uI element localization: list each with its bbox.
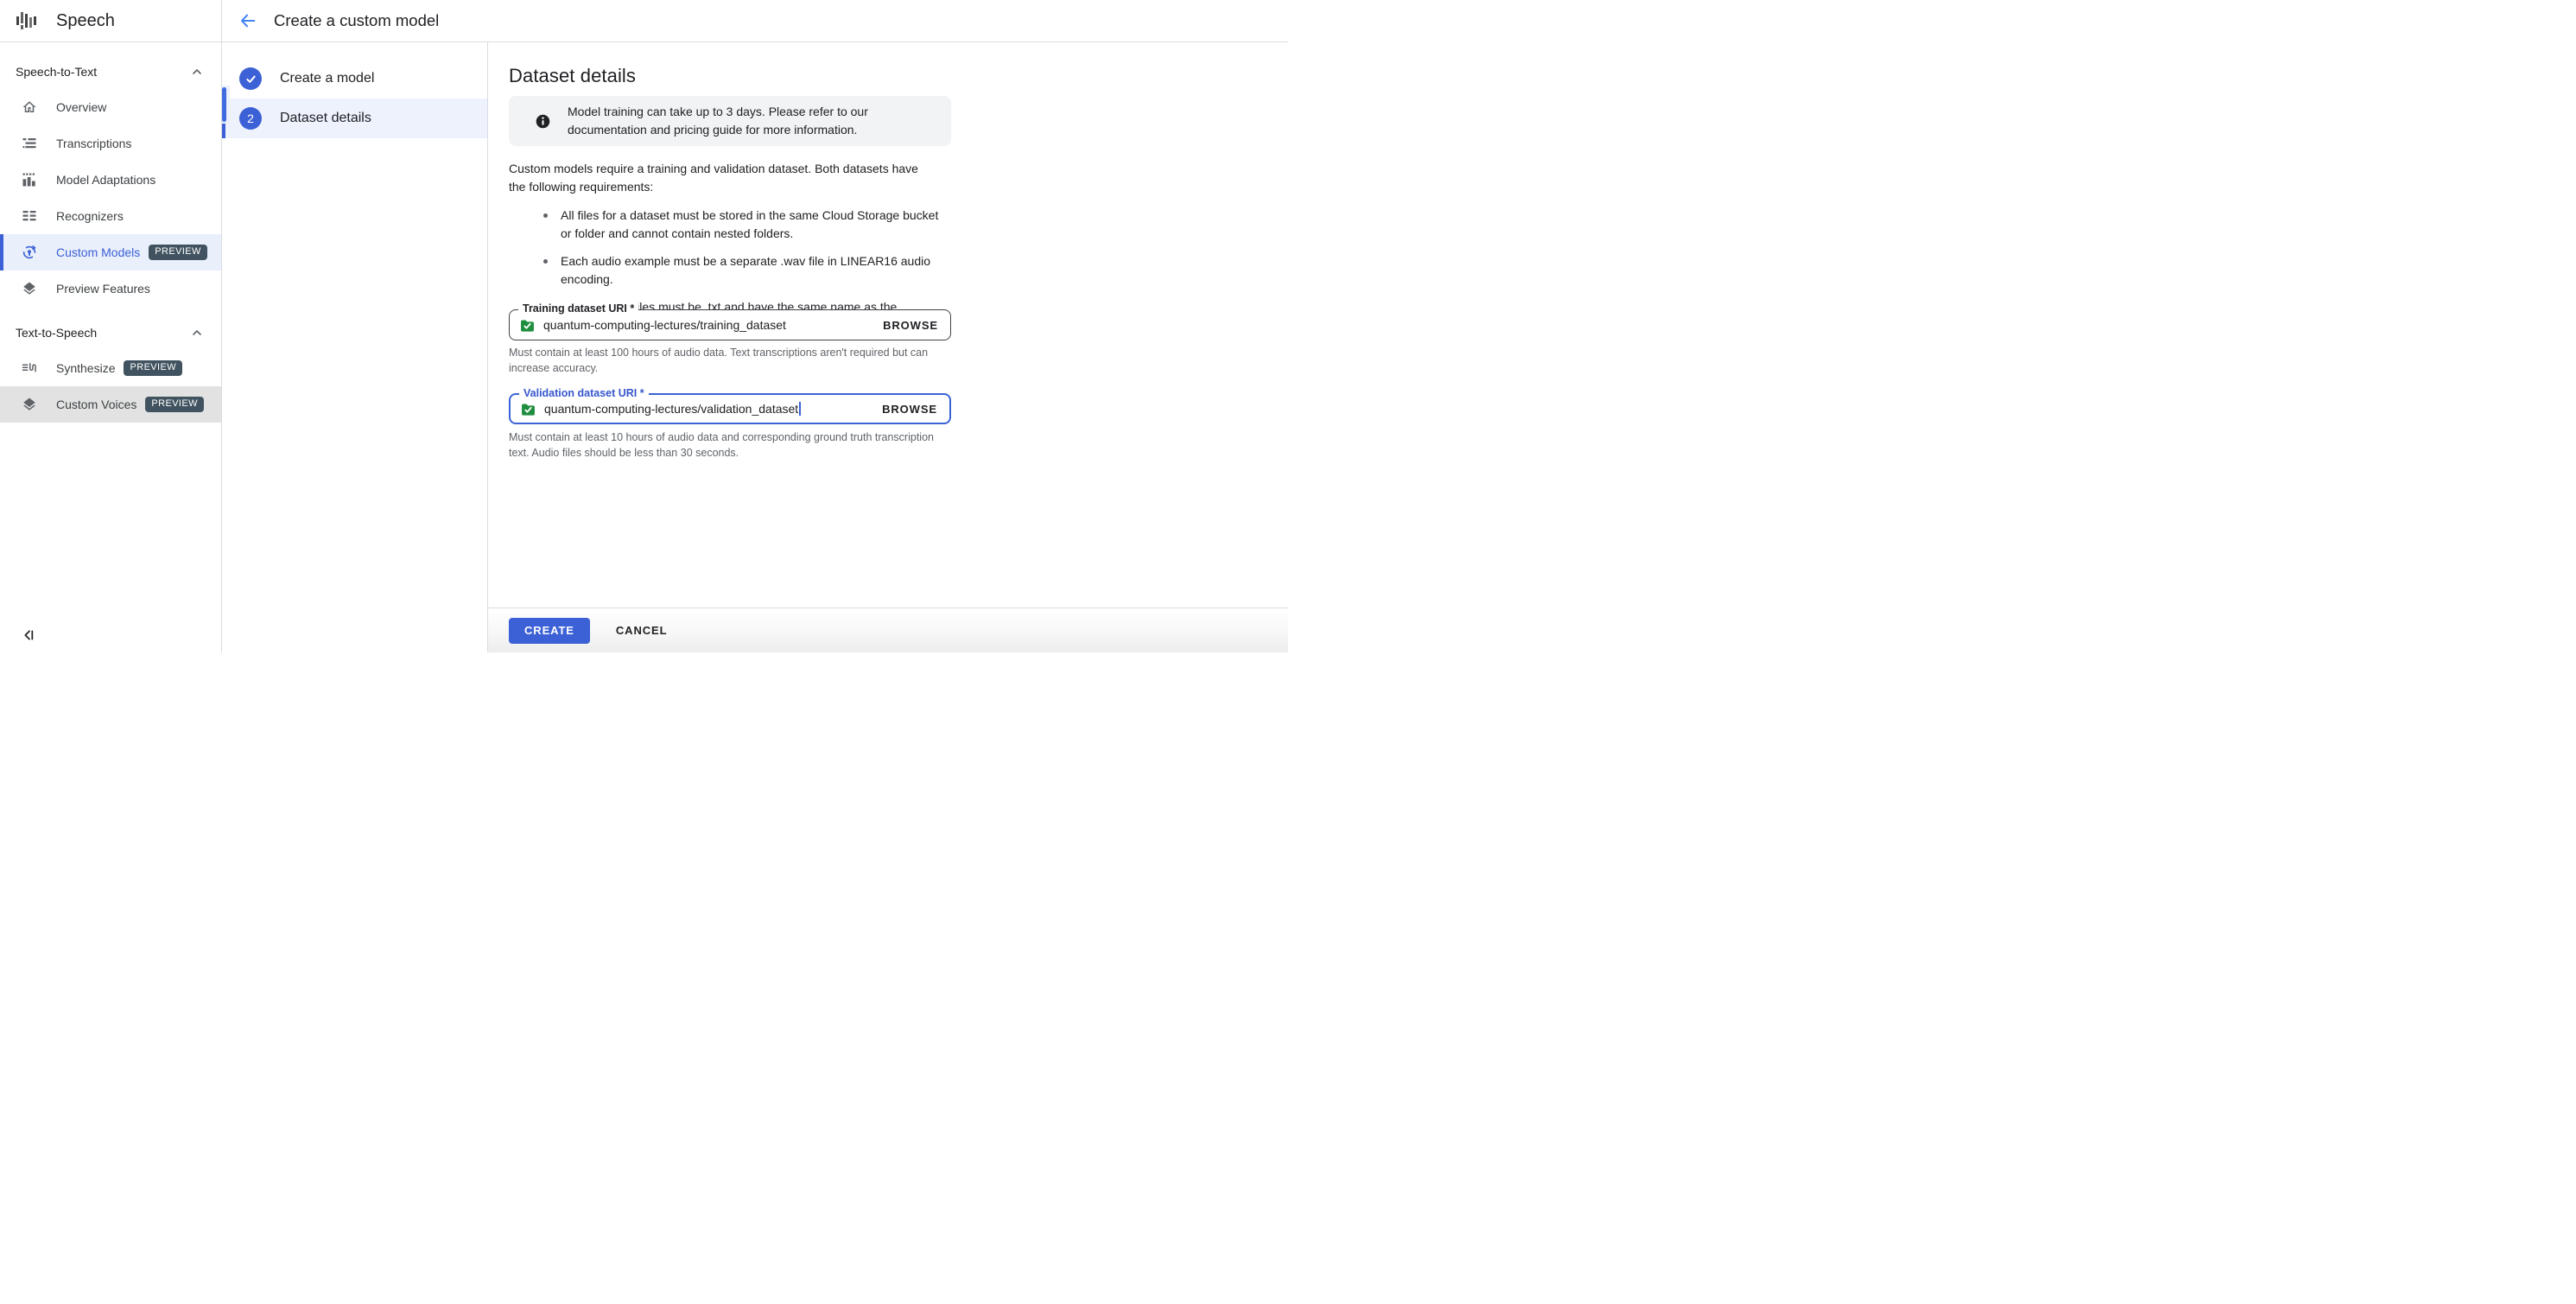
speech-logo-icon: [16, 12, 36, 29]
collapse-sidebar-button[interactable]: [19, 625, 40, 646]
chevron-up-icon: [193, 330, 201, 335]
collapse-sidebar-icon: [24, 630, 34, 640]
sidebar-item-label: Transcriptions: [56, 137, 132, 150]
intro-text: Custom models require a training and val…: [509, 162, 918, 194]
step-number-indicator: 2: [239, 107, 262, 130]
sidebar-item-preview-features[interactable]: Preview Features: [0, 270, 221, 307]
layers-icon: [22, 281, 37, 296]
sidebar-item-label: Overview: [56, 100, 107, 114]
create-button[interactable]: CREATE: [509, 617, 590, 644]
folder-check-icon: [522, 403, 535, 416]
validation-dataset-uri-input[interactable]: Validation dataset URI * quantum-computi…: [509, 387, 951, 424]
app-window: Speech Create a custom model Speech-to-T…: [0, 0, 1288, 652]
section-label: Text-to-Speech: [16, 326, 98, 340]
page-header: Create a custom model: [221, 0, 1288, 41]
section-label: Speech-to-Text: [16, 65, 98, 79]
cancel-button[interactable]: CANCEL: [611, 618, 673, 644]
sidebar-item-custom-models[interactable]: Custom Models PREVIEW: [0, 234, 221, 270]
validation-helper-text: Must contain at least 10 hours of audio …: [509, 431, 934, 459]
main-content: Dataset details Model training can take …: [488, 42, 1288, 652]
synthesize-icon: [22, 360, 37, 376]
product-name: Speech: [56, 10, 115, 30]
sidebar-item-recognizers[interactable]: Recognizers: [0, 198, 221, 234]
step-label: Dataset details: [280, 111, 371, 125]
layers-icon: [22, 397, 37, 412]
sidebar-item-synthesize[interactable]: Synthesize PREVIEW: [0, 350, 221, 386]
sidebar-item-transcriptions[interactable]: Transcriptions: [0, 125, 221, 162]
page-title: Create a custom model: [274, 11, 440, 29]
training-helper-text: Must contain at least 100 hours of audio…: [509, 347, 929, 374]
validation-browse-button[interactable]: BROWSE: [882, 403, 937, 416]
step-completed-indicator: [239, 67, 262, 90]
requirement-item: Each audio example must be a separate .w…: [543, 252, 951, 289]
requirement-item: All files for a dataset must be stored i…: [543, 207, 951, 243]
section-header-text-to-speech[interactable]: Text-to-Speech: [0, 315, 221, 350]
transcriptions-icon: [22, 136, 37, 151]
text-cursor: [799, 402, 801, 416]
recognizers-icon: [22, 208, 37, 224]
step-dataset-details[interactable]: 2 Dataset details: [222, 99, 487, 138]
sidebar-item-custom-voices[interactable]: Custom Voices PREVIEW: [0, 386, 221, 423]
info-banner: Model training can take up to 3 days. Pl…: [509, 96, 951, 146]
home-icon: [22, 99, 37, 115]
validation-dataset-uri-value: quantum-computing-lectures/validation_da…: [544, 402, 799, 416]
sidebar-item-label: Custom Models: [56, 245, 141, 259]
model-adaptations-icon: [22, 172, 37, 188]
validation-dataset-uri-label: Validation dataset URI *: [519, 387, 649, 399]
section-heading: Dataset details: [509, 65, 637, 86]
step-create-a-model[interactable]: Create a model: [222, 59, 487, 99]
steps-divider: [487, 42, 488, 652]
action-bar: CREATE CANCEL: [488, 608, 1288, 652]
folder-check-icon: [521, 319, 534, 332]
info-icon: [536, 114, 550, 128]
chevron-up-icon: [193, 69, 201, 74]
sidebar-item-label: Custom Voices: [56, 398, 137, 411]
training-browse-button[interactable]: BROWSE: [883, 319, 938, 332]
arrow-left-icon: [241, 14, 256, 28]
sidebar-nav: Speech-to-Text Overview Transcriptions M…: [0, 42, 221, 652]
training-dataset-uri-label: Training dataset URI *: [518, 302, 639, 315]
training-dataset-uri-input[interactable]: Training dataset URI * quantum-computing…: [509, 302, 951, 340]
wizard-steps-panel: Create a model 2 Dataset details: [222, 42, 487, 652]
preview-badge: PREVIEW: [149, 244, 207, 261]
sidebar-item-model-adaptations[interactable]: Model Adaptations: [0, 162, 221, 198]
step-label: Create a model: [280, 71, 375, 86]
section-header-speech-to-text[interactable]: Speech-to-Text: [0, 54, 221, 89]
info-banner-text: Model training can take up to 3 days. Pl…: [568, 105, 868, 137]
sidebar-item-label: Recognizers: [56, 209, 124, 223]
training-dataset-uri-value: quantum-computing-lectures/training_data…: [543, 318, 786, 332]
product-logo-area[interactable]: Speech: [0, 0, 221, 41]
top-bar: Speech Create a custom model: [0, 0, 1288, 42]
sidebar-item-label: Preview Features: [56, 282, 150, 296]
preview-badge: PREVIEW: [145, 396, 204, 413]
preview-badge: PREVIEW: [124, 359, 183, 377]
check-icon: [245, 75, 256, 83]
custom-models-icon: [22, 245, 37, 260]
sidebar-item-overview[interactable]: Overview: [0, 89, 221, 125]
sidebar-item-label: Synthesize: [56, 361, 116, 375]
back-button[interactable]: [233, 6, 263, 35]
scrollbar-thumb[interactable]: [222, 87, 226, 122]
sidebar-item-label: Model Adaptations: [56, 173, 156, 187]
